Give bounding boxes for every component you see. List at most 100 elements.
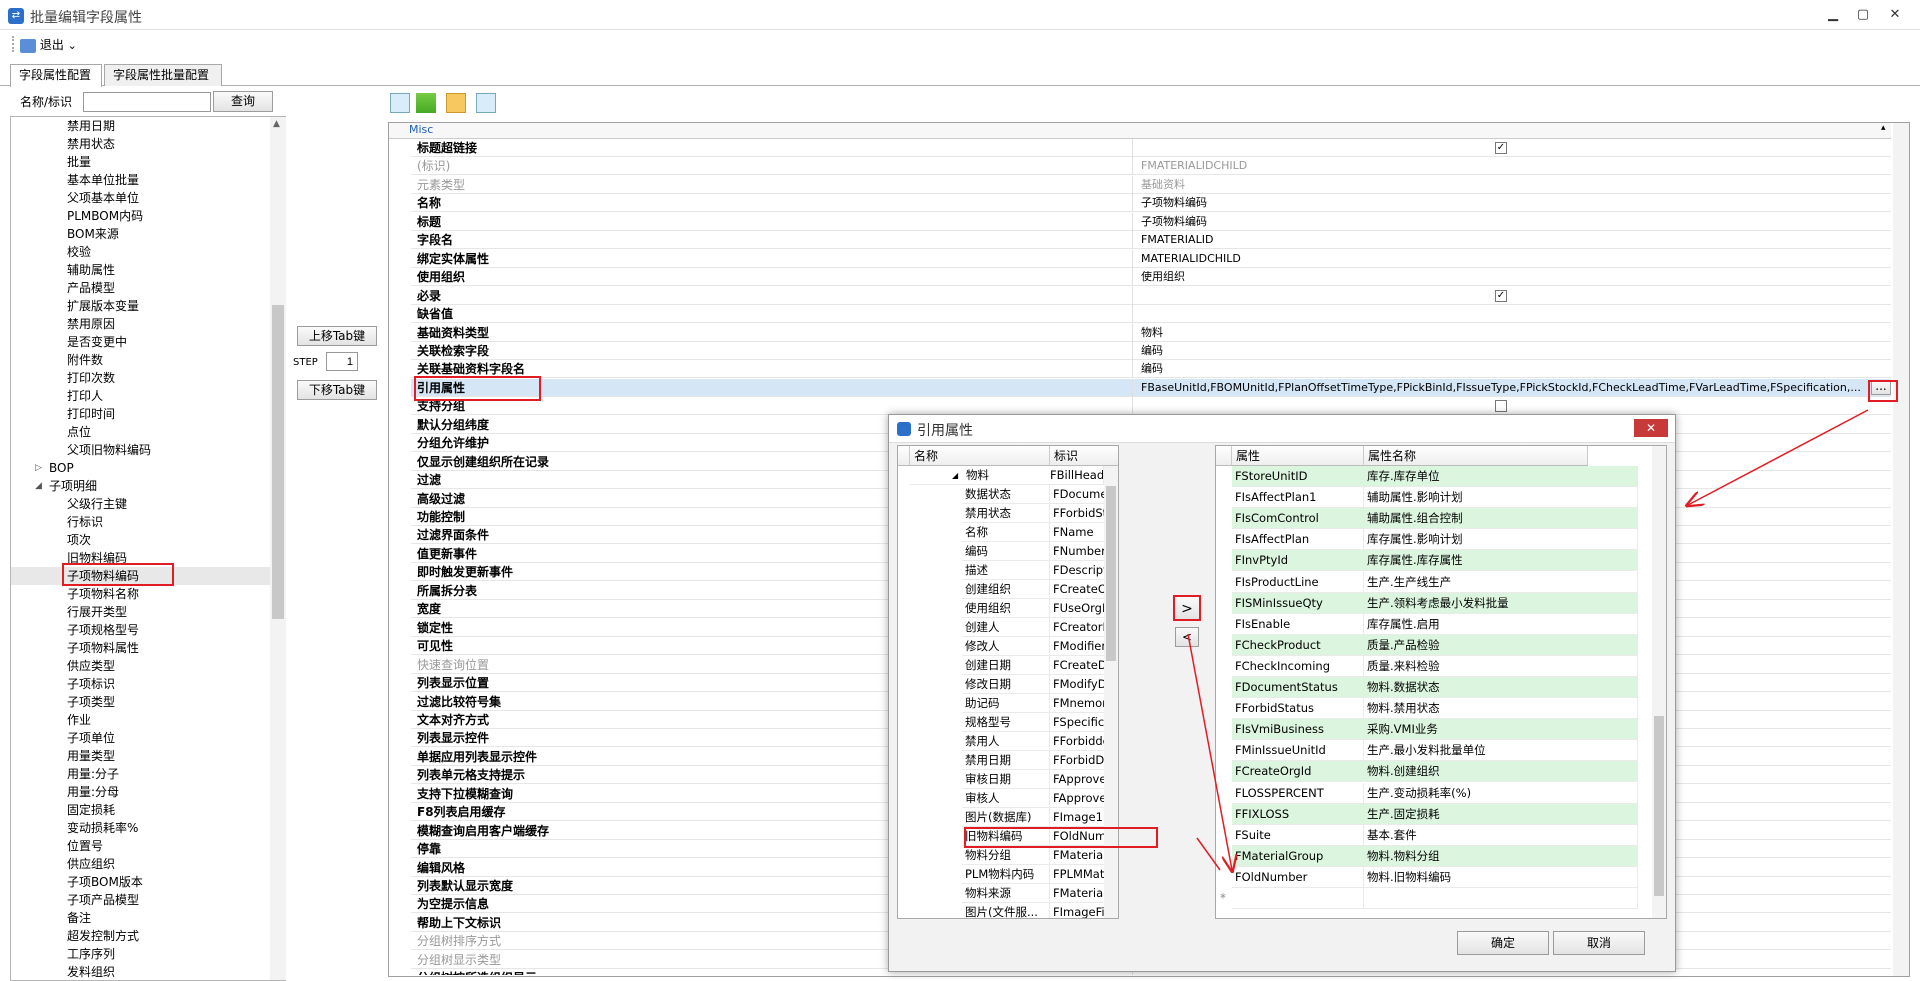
sort-category-icon[interactable]	[390, 93, 410, 113]
property-row[interactable]: 基础资料类型 物料	[411, 323, 1891, 342]
left-grid-scrollbar[interactable]	[1104, 466, 1118, 918]
tree-item[interactable]: 子项产品模型	[11, 891, 271, 909]
search-input[interactable]	[83, 92, 211, 112]
property-row[interactable]: 关联基础资料字段名 编码	[411, 360, 1891, 379]
selected-row[interactable]: FIsAffectPlan 库存属性.影响计划	[1216, 529, 1652, 551]
property-row[interactable]: 标题超链接 ✓	[411, 139, 1891, 157]
tree-item[interactable]: 变动损耗率%	[11, 819, 271, 837]
property-row[interactable]: 名称 子项物料编码	[411, 194, 1891, 213]
left-grid-scroll-thumb[interactable]	[1106, 486, 1116, 661]
tree-item[interactable]: 子项规格型号	[11, 621, 271, 639]
tree-item[interactable]: 批量	[11, 153, 271, 171]
property-checkbox[interactable]: ✓	[1495, 289, 1507, 302]
tree-item[interactable]: 位置号	[11, 837, 271, 855]
source-row[interactable]: 图片(数据库) FImage1	[898, 808, 1118, 827]
tree-item[interactable]: 校验	[11, 243, 271, 261]
tree-item[interactable]: 父项基本单位	[11, 189, 271, 207]
tree-item[interactable]: 子项单位	[11, 729, 271, 747]
source-row[interactable]: 规格型号FSpecification	[898, 713, 1118, 732]
property-row[interactable]: 元素类型 基础资料	[411, 175, 1891, 194]
category-header[interactable]: Misc ▴	[389, 123, 1891, 139]
tab-field-property-config[interactable]: 字段属性配置	[10, 64, 102, 87]
source-row[interactable]: 助记码FMnemonicCo...	[898, 694, 1118, 713]
tree-item[interactable]: 备注	[11, 909, 271, 927]
source-row[interactable]: 创建日期 FCreateDate	[898, 656, 1118, 675]
property-row[interactable]: 标题 子项物料编码	[411, 212, 1891, 231]
tree-item[interactable]: 禁用日期	[11, 117, 271, 135]
source-row[interactable]: 审核人 FApproverId	[898, 789, 1118, 808]
property-value[interactable]	[1137, 287, 1877, 305]
tree-scroll-thumb[interactable]	[272, 305, 284, 619]
source-row[interactable]: 描述 FDescription	[898, 561, 1118, 580]
ellipsis-button[interactable]: ...	[1871, 379, 1891, 395]
tab-field-property-batch-config[interactable]: 字段属性批量配置	[104, 64, 222, 86]
property-checkbox[interactable]	[1495, 400, 1507, 413]
exit-button[interactable]: 退出 ⌄	[20, 36, 77, 54]
collapse-icon[interactable]: ◢	[35, 477, 42, 495]
tree-item[interactable]: 禁用状态	[11, 135, 271, 153]
property-value[interactable]: MATERIALIDCHILD	[1137, 250, 1877, 268]
tree-item[interactable]: 打印时间	[11, 405, 271, 423]
tree-item[interactable]: 用量类型	[11, 747, 271, 765]
cancel-button[interactable]: 取消	[1553, 931, 1645, 955]
property-row[interactable]: (标识) FMATERIALIDCHILD	[411, 157, 1891, 176]
tree-item[interactable]: 子项物料属性	[11, 639, 271, 657]
tree-item[interactable]: 是否变更中	[11, 333, 271, 351]
source-row[interactable]: 图片(文件服...FImageFileSer...	[898, 903, 1118, 918]
source-row[interactable]: 创建人 FCreatorId	[898, 618, 1118, 637]
selected-row[interactable]: FCreateOrgId 物料.创建组织	[1216, 761, 1652, 783]
property-value[interactable]: 使用组织	[1137, 268, 1877, 286]
maximize-button[interactable]: ▢	[1848, 4, 1878, 26]
property-value[interactable]: 编码	[1137, 342, 1877, 360]
source-row[interactable]: 使用组织 FUseOrgId	[898, 599, 1118, 618]
source-row[interactable]: 旧物料编码 FOldNumber	[898, 827, 1118, 846]
collapse-icon[interactable]: ▴	[1881, 123, 1886, 133]
selected-row[interactable]: FOldNumber 物料.旧物料编码	[1216, 866, 1652, 888]
selected-row[interactable]: FIsEnable 库存属性.启用	[1216, 613, 1652, 635]
left-header-name[interactable]: 名称	[910, 446, 1050, 466]
property-value[interactable]	[1137, 397, 1877, 415]
move-down-button[interactable]: 下移Tab键	[297, 380, 377, 400]
source-row[interactable]: 名称 FName	[898, 523, 1118, 542]
tree-scrollbar[interactable]: ▲	[270, 117, 286, 980]
tree-item[interactable]: 扩展版本变量	[11, 297, 271, 315]
property-value[interactable]	[1137, 305, 1877, 323]
property-value[interactable]: FMATERIALIDCHILD	[1137, 157, 1877, 175]
property-row[interactable]: 缺省值	[411, 305, 1891, 324]
property-value[interactable]: 子项物料编码	[1137, 213, 1877, 231]
selected-row[interactable]: FISMinIssueQty 生产.领料考虑最小发料批量	[1216, 592, 1652, 614]
chevron-down-icon[interactable]: ⌄	[68, 39, 77, 52]
tree-item[interactable]: 父项旧物料编码	[11, 441, 271, 459]
tree-item[interactable]: 固定损耗	[11, 801, 271, 819]
selected-row[interactable]: FInvPtyId 库存属性.库存属性	[1216, 550, 1652, 572]
property-value[interactable]: 物料	[1137, 324, 1877, 342]
close-button[interactable]: ✕	[1880, 4, 1910, 26]
selected-row[interactable]: FCheckIncoming 质量.来料检验	[1216, 655, 1652, 677]
collapse-icon[interactable]: ◢	[952, 466, 958, 484]
tree-item[interactable]: 点位	[11, 423, 271, 441]
tree-item[interactable]: 作业	[11, 711, 271, 729]
source-row[interactable]: 修改日期 FModifyDate	[898, 675, 1118, 694]
source-row[interactable]: PLM物料内码FPLMMaterialId	[898, 865, 1118, 884]
property-row[interactable]: 支持分组	[411, 397, 1891, 416]
selected-row[interactable]: FSuite 基本.套件	[1216, 824, 1652, 846]
tree-parent-row[interactable]: ◢ 物料 FBillHead	[910, 466, 1104, 485]
tree-item[interactable]: 项次	[11, 531, 271, 549]
source-row[interactable]: 编码 FNumber	[898, 542, 1118, 561]
new-row-attr-cell[interactable]	[1232, 888, 1364, 909]
selected-row[interactable]: FMaterialGroup 物料.物料分组	[1216, 845, 1652, 867]
source-row[interactable]: 禁用人 FForbidderId	[898, 732, 1118, 751]
tree-item[interactable]: 子项BOM版本	[11, 873, 271, 891]
source-row[interactable]: 物料分组FMaterialGroup	[898, 846, 1118, 865]
tree-item[interactable]: 子项类型	[11, 693, 271, 711]
step-input[interactable]	[326, 352, 358, 371]
property-row[interactable]: 使用组织 使用组织	[411, 268, 1891, 287]
source-row[interactable]: 物料来源FMaterialSRC	[898, 884, 1118, 903]
selected-row[interactable]: FLOSSPERCENT 生产.变动损耗率(%)	[1216, 782, 1652, 804]
tree-item[interactable]: 超发控制方式	[11, 927, 271, 945]
source-row[interactable]: 创建组织FCreateOrgId	[898, 580, 1118, 599]
tree-item[interactable]: 供应类型	[11, 657, 271, 675]
right-header-attr[interactable]: 属性	[1232, 446, 1364, 466]
tree-item[interactable]: 禁用原因	[11, 315, 271, 333]
selected-row[interactable]: FStoreUnitID 库存.库存单位	[1216, 466, 1652, 487]
